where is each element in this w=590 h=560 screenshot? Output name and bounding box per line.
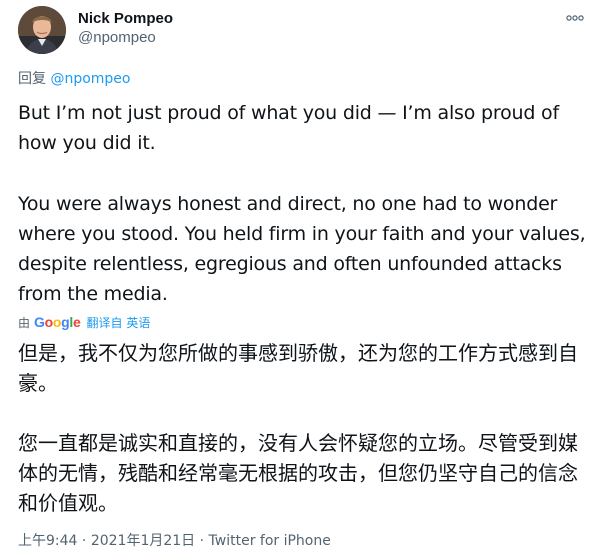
tweet: Nick Pompeo @npompeo 回复 @npompeo But I’m… [0, 0, 590, 560]
tweet-header: Nick Pompeo @npompeo [18, 6, 590, 54]
avatar[interactable] [18, 6, 66, 54]
reply-to-line: 回复 @npompeo [18, 70, 130, 88]
translated-by-label: 由 [18, 315, 31, 330]
author-names: Nick Pompeo @npompeo [78, 10, 173, 48]
tweet-time: 上午9:44 [18, 533, 78, 549]
meta-separator: · [195, 533, 209, 549]
meta-separator: · [77, 533, 91, 549]
reply-to-prefix: 回复 [18, 71, 51, 87]
tweet-paragraph-translated: 但是，我不仅为您所做的事感到骄傲，还为您的工作方式感到自豪。 [18, 341, 578, 395]
tweet-text-original: But I’m not just proud of what you did —… [18, 98, 586, 309]
tweet-paragraph: You were always honest and direct, no on… [18, 193, 586, 305]
tweet-time-link[interactable]: 上午9:44 · 2021年1月21日 [18, 533, 195, 549]
tweet-text-translated: 但是，我不仅为您所做的事感到骄傲，还为您的工作方式感到自豪。 您一直都是诚实和直… [18, 338, 578, 518]
tweet-source-link[interactable]: Twitter for iPhone [209, 533, 331, 549]
more-horizontal-icon[interactable] [566, 10, 584, 24]
reply-to-mention[interactable]: @npompeo [50, 71, 130, 87]
tweet-paragraph: But I’m not just proud of what you did —… [18, 102, 559, 154]
translated-from-link[interactable]: 翻译自 英语 [87, 314, 151, 331]
tweet-meta: 上午9:44 · 2021年1月21日 · Twitter for iPhone [18, 532, 331, 550]
tweet-paragraph-translated: 您一直都是诚实和直接的，没有人会怀疑您的立场。尽管受到媒体的无情，残酷和经常毫无… [18, 431, 578, 515]
translation-attribution: 由 Google 翻译自 英语 [18, 313, 150, 331]
author-handle[interactable]: @npompeo [78, 28, 173, 48]
tweet-date: 2021年1月21日 [90, 533, 196, 549]
avatar-image [18, 6, 66, 54]
author-display-name[interactable]: Nick Pompeo [78, 10, 173, 28]
google-logo: Google [34, 314, 81, 330]
